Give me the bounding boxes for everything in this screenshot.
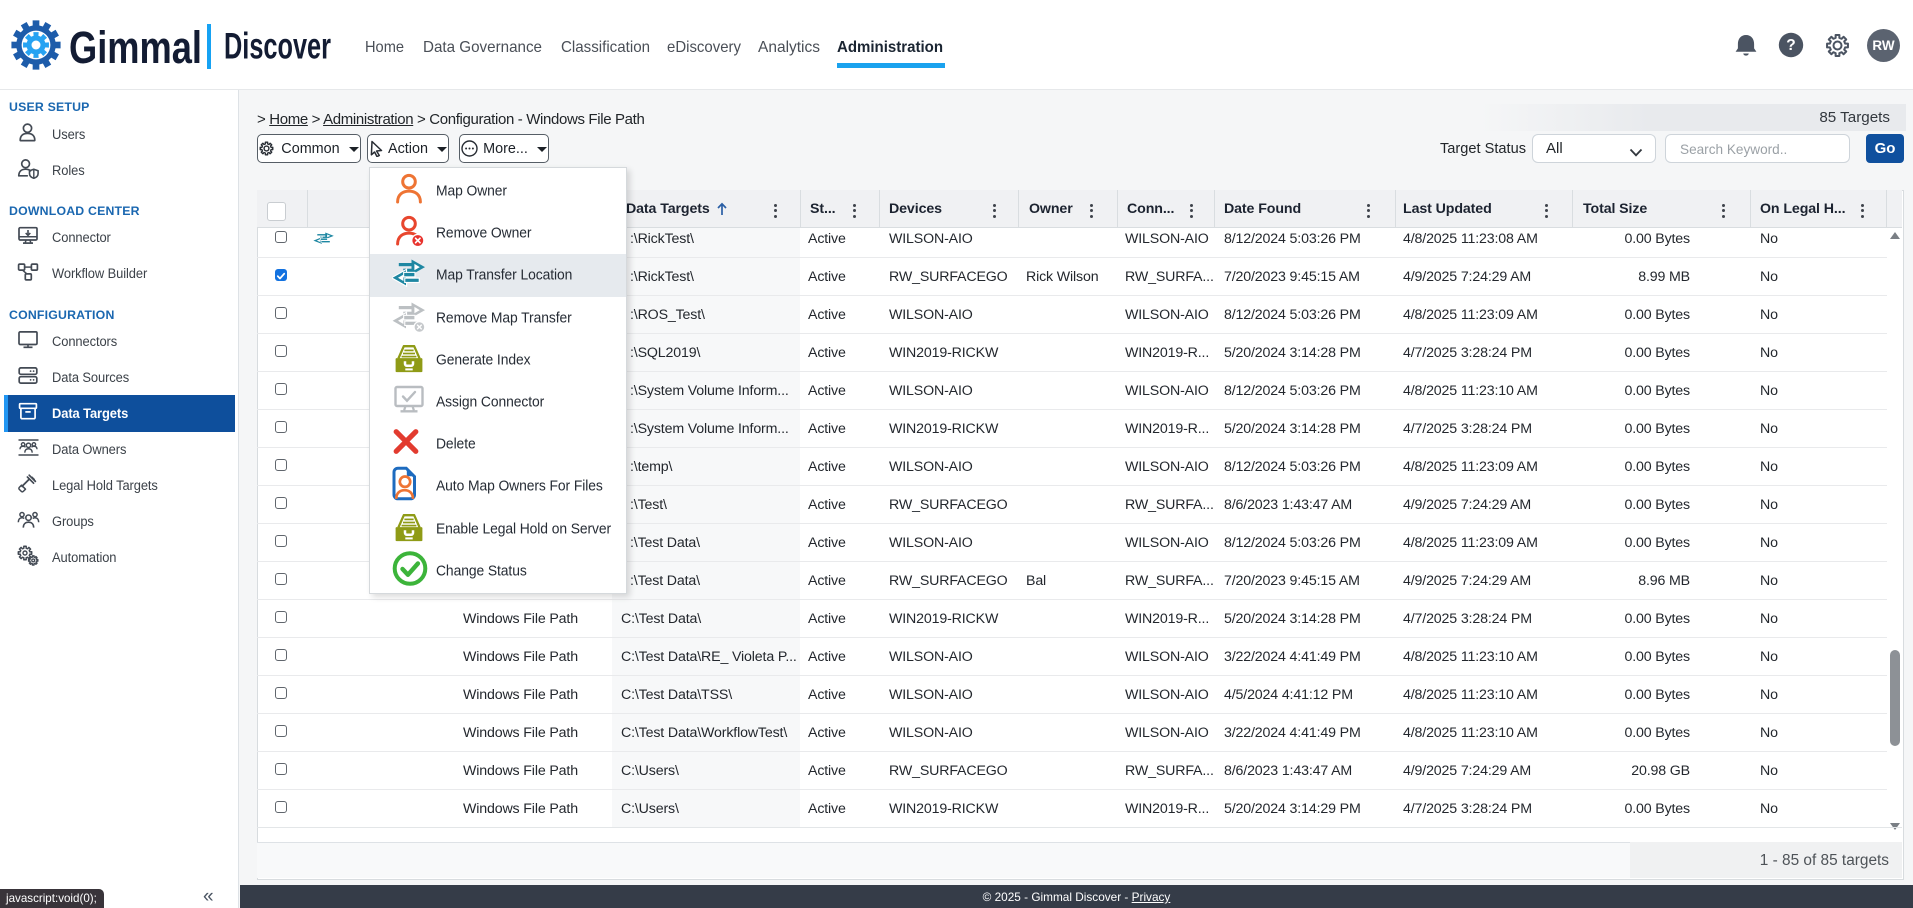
- svg-text:Data Governance: Data Governance: [423, 39, 542, 56]
- svg-text:Classification: Classification: [561, 39, 650, 56]
- svg-text:Discover: Discover: [224, 25, 331, 67]
- svg-text:Home: Home: [365, 39, 404, 56]
- svg-text:?: ?: [1786, 37, 1795, 54]
- svg-text:Administration: Administration: [837, 39, 943, 56]
- svg-text:Gimmal: Gimmal: [69, 22, 202, 73]
- svg-text:eDiscovery: eDiscovery: [667, 39, 741, 56]
- svg-text:Analytics: Analytics: [758, 39, 820, 56]
